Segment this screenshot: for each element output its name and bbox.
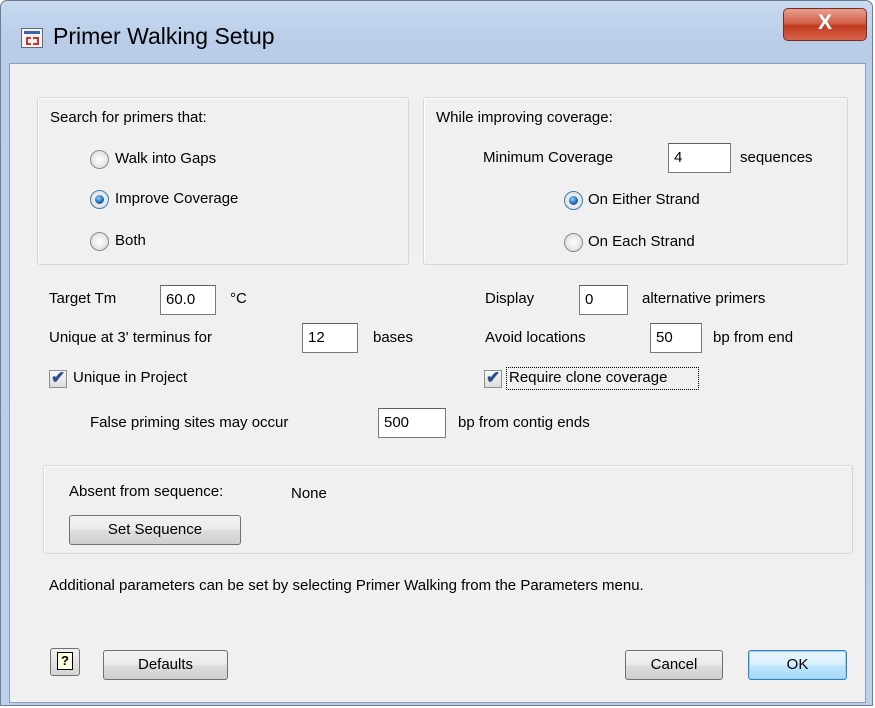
absent-group: Absent from sequence: None Set Sequence xyxy=(43,465,853,554)
target-tm-input[interactable]: 60.0 xyxy=(160,285,216,315)
false-priming-unit: bp from contig ends xyxy=(458,414,590,431)
defaults-button[interactable]: Defaults xyxy=(103,650,228,680)
set-sequence-button[interactable]: Set Sequence xyxy=(69,515,241,545)
avoid-locations-unit: bp from end xyxy=(713,329,794,346)
unique-in-project-label[interactable]: Unique in Project xyxy=(73,369,187,386)
display-label: Display xyxy=(485,290,535,307)
radio-walk-into-gaps[interactable] xyxy=(90,150,109,169)
display-unit: alternative primers xyxy=(642,290,766,307)
radio-both[interactable] xyxy=(90,232,109,251)
radio-on-each-strand[interactable] xyxy=(564,233,583,252)
target-tm-unit: °C xyxy=(230,290,247,307)
require-clone-coverage-label[interactable]: Require clone coverage xyxy=(509,369,667,386)
ok-button[interactable]: OK xyxy=(748,650,847,680)
dialog-client-area: Search for primers that: Walk into Gaps … xyxy=(9,63,866,703)
target-tm-label: Target Tm xyxy=(49,290,117,307)
checkmark-icon: ✔ xyxy=(51,368,66,387)
checkmark-icon: ✔ xyxy=(486,368,501,387)
help-icon: ? xyxy=(57,652,73,670)
unique3-unit: bases xyxy=(373,329,414,346)
coverage-group-label: While improving coverage: xyxy=(436,109,613,126)
close-icon: X xyxy=(817,11,832,34)
info-text: Additional parameters can be set by sele… xyxy=(49,577,644,594)
cancel-button[interactable]: Cancel xyxy=(625,650,723,680)
false-priming-label: False priming sites may occur xyxy=(90,414,289,431)
radio-on-either-strand[interactable] xyxy=(564,191,583,210)
avoid-locations-input[interactable]: 50 xyxy=(650,323,702,353)
min-coverage-input[interactable]: 4 xyxy=(668,143,731,173)
avoid-locations-label: Avoid locations xyxy=(485,329,586,346)
window-title: Primer Walking Setup xyxy=(53,23,275,49)
unique3-input[interactable]: 12 xyxy=(302,323,358,353)
dialog-window: Primer Walking Setup X Search for primer… xyxy=(0,0,873,706)
absent-value: None xyxy=(291,485,327,502)
unique3-label: Unique at 3' terminus for xyxy=(49,329,212,346)
help-button[interactable]: ? xyxy=(50,648,80,676)
search-group-label: Search for primers that: xyxy=(50,109,207,126)
false-priming-input[interactable]: 500 xyxy=(378,408,446,438)
min-coverage-unit: sequences xyxy=(740,149,813,166)
radio-walk-into-gaps-label[interactable]: Walk into Gaps xyxy=(115,150,216,167)
title-bar[interactable]: Primer Walking Setup X xyxy=(1,1,872,63)
radio-on-either-strand-label[interactable]: On Either Strand xyxy=(588,191,700,208)
radio-improve-coverage[interactable] xyxy=(90,190,109,209)
require-clone-coverage-checkbox[interactable]: ✔ xyxy=(484,368,502,388)
close-button[interactable]: X xyxy=(783,8,867,41)
display-input[interactable]: 0 xyxy=(579,285,628,315)
primer-walking-app-icon xyxy=(21,28,43,48)
radio-both-label[interactable]: Both xyxy=(115,232,146,249)
radio-on-each-strand-label[interactable]: On Each Strand xyxy=(588,233,695,250)
unique-in-project-checkbox[interactable]: ✔ xyxy=(49,368,67,388)
absent-label: Absent from sequence: xyxy=(69,483,224,500)
min-coverage-label: Minimum Coverage xyxy=(483,149,614,166)
search-group: Search for primers that: Walk into Gaps … xyxy=(37,97,409,265)
radio-improve-coverage-label[interactable]: Improve Coverage xyxy=(115,190,238,207)
coverage-group: While improving coverage: Minimum Covera… xyxy=(423,97,848,265)
